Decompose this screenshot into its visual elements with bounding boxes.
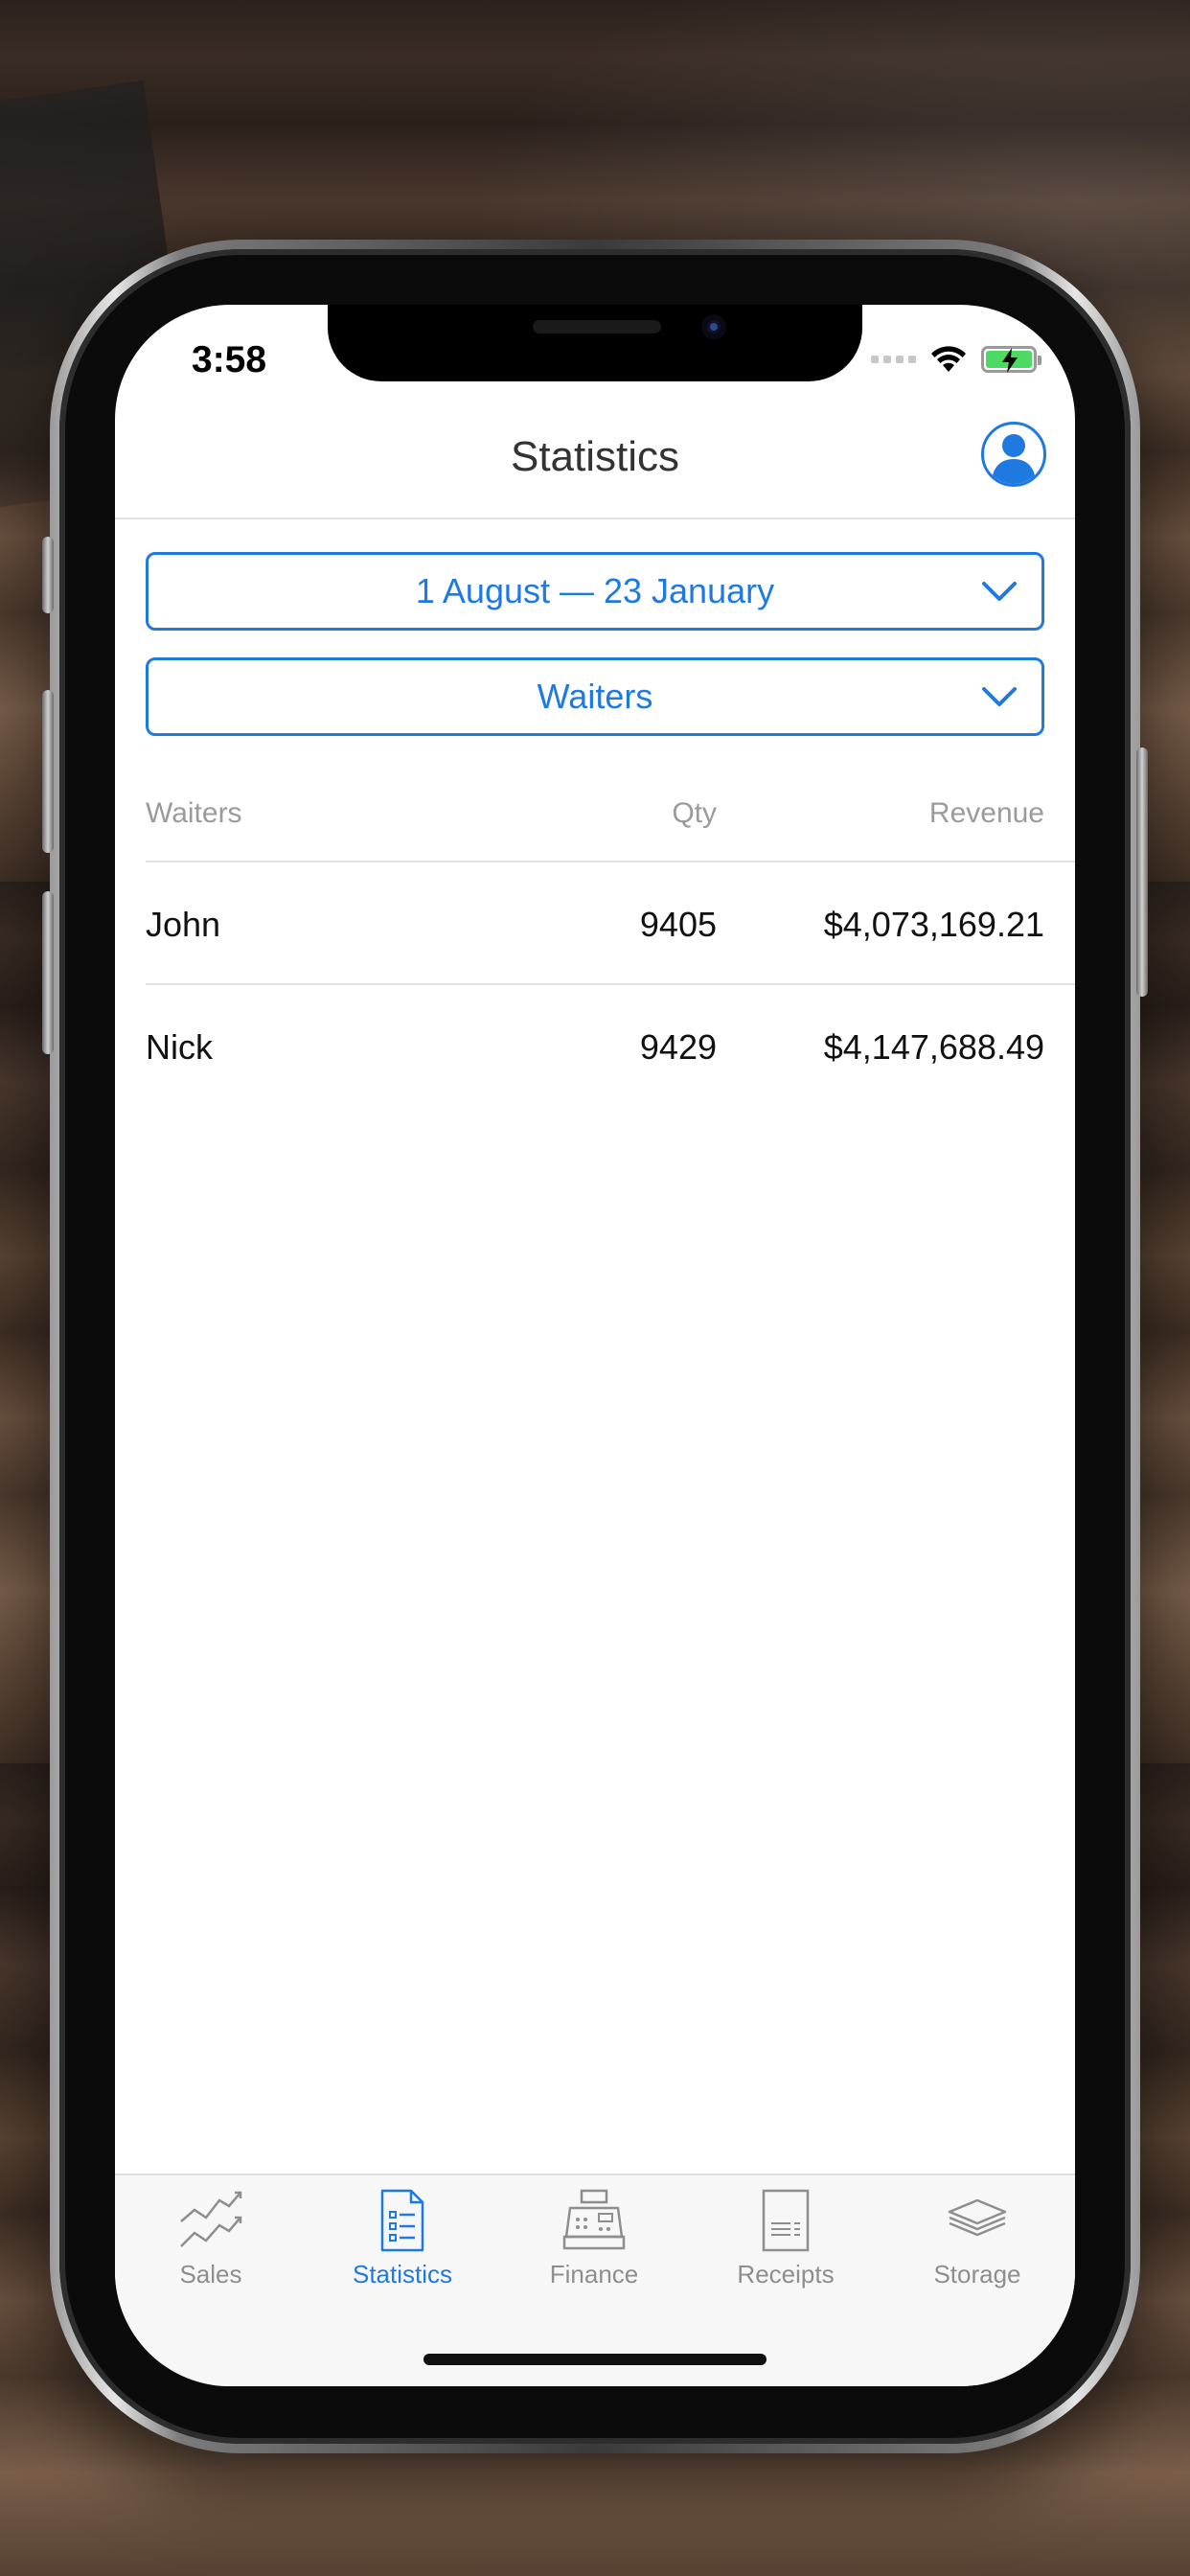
receipt-icon — [762, 2189, 810, 2252]
date-range-value: 1 August — 23 January — [415, 571, 775, 610]
app-screen: 3:58 Statistics 1 August — 23 January Wa… — [115, 305, 1075, 2386]
document-list-icon — [380, 2189, 424, 2252]
chevron-down-icon — [982, 582, 1017, 601]
tab-storage[interactable]: Storage — [881, 2189, 1073, 2289]
profile-avatar-button[interactable] — [981, 422, 1046, 487]
cell-name: Nick — [146, 1027, 213, 1067]
cell-qty: 9405 — [639, 905, 717, 944]
cell-qty: 9429 — [639, 1027, 717, 1067]
chart-line-icon — [180, 2191, 242, 2247]
home-indicator[interactable] — [423, 2354, 767, 2365]
column-header-qty[interactable]: Qty — [672, 797, 717, 830]
tab-receipts[interactable]: Receipts — [690, 2189, 881, 2289]
page-title: Statistics — [510, 433, 680, 480]
battery-icon — [981, 346, 1041, 373]
stack-layers-icon — [948, 2198, 1007, 2237]
tab-finance[interactable]: Finance — [498, 2189, 690, 2289]
tab-label: Statistics — [352, 2260, 453, 2288]
status-time: 3:58 — [192, 339, 267, 380]
tab-label: Sales — [179, 2260, 242, 2288]
silent-switch — [42, 537, 54, 613]
column-header-revenue[interactable]: Revenue — [929, 797, 1044, 830]
cellular-signal-icon — [871, 356, 916, 363]
column-header-waiters[interactable]: Waiters — [146, 797, 242, 830]
notch — [328, 305, 862, 381]
status-icons — [871, 345, 1041, 374]
tab-label: Storage — [933, 2260, 1021, 2288]
volume-down-button — [42, 891, 54, 1054]
group-by-selector[interactable]: Waiters — [146, 657, 1044, 736]
tab-statistics[interactable]: Statistics — [307, 2189, 498, 2289]
cell-revenue: $4,073,169.21 — [823, 905, 1044, 944]
power-button — [1136, 748, 1148, 997]
chevron-down-icon — [982, 687, 1017, 706]
cell-name: John — [146, 905, 221, 944]
statistics-table: Waiters Qty Revenue John 9405 $4,073,169… — [146, 774, 1075, 1108]
tab-label: Receipts — [737, 2260, 835, 2288]
tab-bar: Sales Statistics Finance Receipts Storag… — [115, 2174, 1075, 2386]
cash-register-icon — [562, 2189, 626, 2250]
table-header: Waiters Qty Revenue — [146, 774, 1075, 862]
table-row[interactable]: Nick 9429 $4,147,688.49 — [146, 985, 1075, 1108]
tab-label: Finance — [549, 2260, 639, 2288]
table-row[interactable]: John 9405 $4,073,169.21 — [146, 862, 1075, 985]
speaker — [533, 320, 661, 334]
tab-sales[interactable]: Sales — [115, 2189, 307, 2289]
wifi-icon — [931, 346, 966, 372]
navigation-bar: Statistics — [115, 393, 1075, 519]
front-camera — [701, 314, 726, 339]
cell-revenue: $4,147,688.49 — [823, 1027, 1044, 1067]
group-by-value: Waiters — [537, 677, 653, 716]
user-icon — [992, 434, 1036, 484]
volume-up-button — [42, 690, 54, 853]
date-range-selector[interactable]: 1 August — 23 January — [146, 552, 1044, 631]
